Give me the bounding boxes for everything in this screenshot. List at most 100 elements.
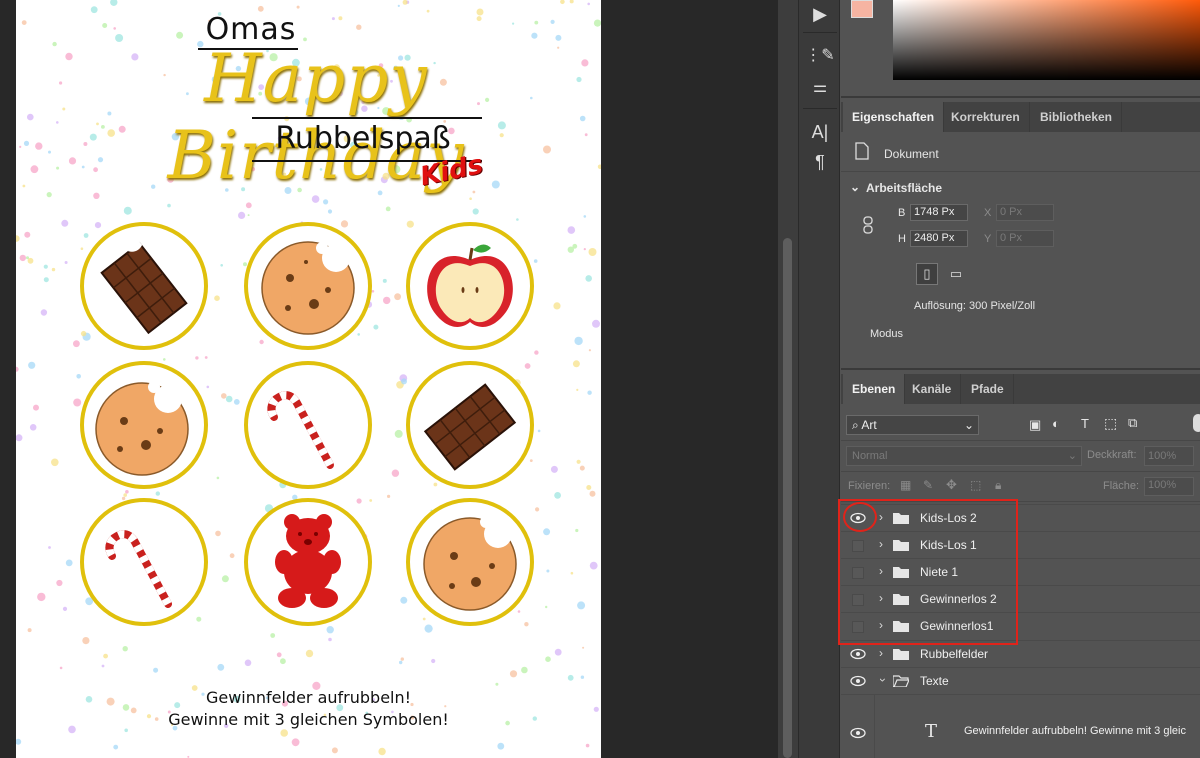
layer-name[interactable]: Gewinnfelder aufrubbeln! Gewinne mit 3 g… xyxy=(964,725,1186,737)
confetti-dot xyxy=(394,429,403,438)
paragraph-icon[interactable]: ¶ xyxy=(805,148,835,176)
confetti-dot xyxy=(545,605,548,609)
confetti-dot xyxy=(576,388,579,391)
filter-adjustment-icon[interactable]: ◐ xyxy=(1052,416,1060,431)
confetti-dot xyxy=(537,429,541,433)
filter-image-icon[interactable]: ▣ xyxy=(1029,417,1041,433)
chevron-down-icon: ⌄ xyxy=(1067,450,1077,462)
confetti-dot xyxy=(328,637,332,642)
height-input[interactable]: 2480 Px xyxy=(910,230,968,247)
confetti-dot xyxy=(206,385,210,389)
layer-name[interactable]: Rubbelfelder xyxy=(920,647,988,661)
confetti-dot xyxy=(472,208,479,215)
canvas-scrollbar[interactable] xyxy=(778,0,798,758)
blend-mode-select[interactable]: Normal ⌄ xyxy=(846,446,1082,466)
confetti-dot xyxy=(311,195,320,203)
link-icon[interactable] xyxy=(863,216,873,234)
confetti-dot xyxy=(27,628,32,633)
tab-bibliotheken[interactable]: Bibliotheken xyxy=(1031,102,1123,132)
confetti-dot xyxy=(545,656,551,662)
tab-korrekturen[interactable]: Korrekturen xyxy=(942,102,1030,132)
landscape-orientation-icon[interactable]: ▭ xyxy=(945,263,967,285)
tab-kanaele[interactable]: Kanäle xyxy=(903,374,962,404)
confetti-dot xyxy=(27,113,34,121)
layer-name[interactable]: Texte xyxy=(920,674,949,688)
portrait-orientation-icon[interactable]: ▯ xyxy=(916,263,938,285)
lock-move-icon[interactable]: ✥ xyxy=(946,477,957,493)
filter-smartobject-icon[interactable]: ⧉ xyxy=(1128,415,1137,431)
confetti-dot xyxy=(217,663,225,671)
filter-toggle[interactable] xyxy=(1193,414,1200,432)
width-input[interactable]: 1748 Px xyxy=(910,204,968,221)
confetti-dot xyxy=(59,666,63,670)
confetti-dot xyxy=(204,356,208,359)
lock-brush-icon[interactable]: ✎ xyxy=(923,478,933,492)
visibility-eye-icon[interactable] xyxy=(850,674,866,688)
confetti-dot xyxy=(576,459,581,464)
confetti-dot xyxy=(387,494,391,498)
confetti-dot xyxy=(588,349,592,352)
confetti-dot xyxy=(570,571,574,575)
confetti-dot xyxy=(533,259,538,263)
scrollbar-thumb[interactable] xyxy=(783,238,792,758)
divider xyxy=(841,368,1200,370)
tab-ebenen[interactable]: Ebenen xyxy=(843,374,906,404)
confetti-dot xyxy=(586,485,592,490)
confetti-dot xyxy=(426,9,430,13)
character-icon[interactable]: A| xyxy=(805,118,835,146)
confetti-dot xyxy=(567,246,574,253)
doc-label: Dokument xyxy=(884,147,939,161)
visibility-eye-icon[interactable] xyxy=(850,726,866,740)
confetti-dot xyxy=(221,575,229,583)
confetti-dot xyxy=(33,404,39,411)
filter-shape-icon[interactable]: ⬚ xyxy=(1104,415,1117,432)
play-icon[interactable]: ▶ xyxy=(805,0,835,28)
footer-line-1: Gewinnfelder aufrubbeln! xyxy=(205,688,412,707)
tab-pfade[interactable]: Pfade xyxy=(962,374,1014,404)
canvas-area[interactable]: Omas Happy Birthday Rubbelspaß Kids Gewi… xyxy=(0,0,778,758)
confetti-dot xyxy=(356,24,362,30)
document-canvas[interactable]: Omas Happy Birthday Rubbelspaß Kids Gewi… xyxy=(16,0,601,758)
confetti-dot xyxy=(476,16,482,22)
filter-text-icon[interactable]: T xyxy=(1081,416,1089,431)
lock-all-icon[interactable]: 🔒︎ xyxy=(995,478,1001,493)
confetti-dot xyxy=(579,115,586,122)
confetti-dot xyxy=(576,76,582,83)
chevron-down-icon[interactable]: › xyxy=(876,678,890,682)
lock-artboard-icon[interactable]: ⬚ xyxy=(970,478,981,492)
layer-filter-select[interactable]: ⌕ Art ⌄ xyxy=(846,415,979,435)
confetti-dot xyxy=(509,670,518,678)
confetti-dot xyxy=(40,309,48,316)
confetti-dot xyxy=(371,290,375,293)
layer-row-text-layer[interactable]: T Gewinnfelder aufrubbeln! Gewinne mit 3… xyxy=(841,694,1200,758)
confetti-dot xyxy=(323,199,329,205)
fill-input[interactable]: 100% xyxy=(1144,477,1194,496)
document-icon xyxy=(855,142,869,160)
brush-presets-icon[interactable]: ⋮✎ xyxy=(805,42,835,70)
chevron-down-icon[interactable]: ⌄ xyxy=(850,180,860,194)
confetti-dot xyxy=(221,393,227,399)
chevron-right-icon[interactable]: › xyxy=(879,646,883,660)
lock-transparency-icon[interactable]: ▦ xyxy=(900,478,911,492)
confetti-dot xyxy=(574,336,583,346)
mode-label: Modus xyxy=(870,328,904,340)
confetti-dot xyxy=(215,530,221,537)
adjust-sliders-icon[interactable]: ⚌ xyxy=(805,74,835,102)
confetti-dot xyxy=(43,264,48,269)
confetti-dot xyxy=(26,256,29,260)
confetti-dot xyxy=(19,254,26,262)
section-arbeitsflaeche[interactable]: Arbeitsfläche xyxy=(866,181,942,195)
y-input[interactable]: 0 Px xyxy=(996,230,1054,247)
foreground-color-swatch[interactable] xyxy=(851,0,873,18)
confetti-dot xyxy=(82,637,90,645)
tab-eigenschaften[interactable]: Eigenschaften xyxy=(843,102,945,132)
visibility-eye-icon[interactable] xyxy=(850,647,866,661)
layer-row-texte[interactable]: › Texte xyxy=(841,667,1200,694)
confetti-dot xyxy=(567,674,574,681)
color-picker-field[interactable] xyxy=(893,0,1200,80)
opacity-input[interactable]: 100% xyxy=(1144,446,1194,466)
x-input[interactable]: 0 Px xyxy=(996,204,1054,221)
confetti-dot xyxy=(469,197,472,200)
confetti-dot xyxy=(495,682,499,686)
confetti-dot xyxy=(431,658,436,664)
